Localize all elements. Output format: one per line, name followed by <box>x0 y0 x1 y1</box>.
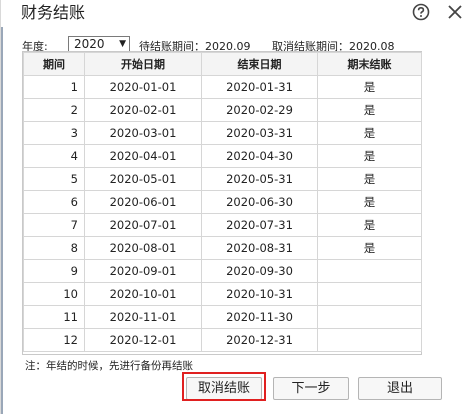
cell-start-date: 2020-08-01 <box>84 236 202 260</box>
table-row[interactable]: 10 2020-10-01 2020-10-31 <box>23 282 422 306</box>
cell-start-date: 2020-09-01 <box>84 259 202 283</box>
chevron-down-icon: ▼ <box>119 39 126 49</box>
cell-closed: 是 <box>317 121 422 145</box>
cell-period: 11 <box>23 305 85 329</box>
cell-period: 3 <box>23 121 85 145</box>
table-row[interactable]: 12 2020-12-01 2020-12-31 <box>23 328 422 352</box>
table-row[interactable]: 1 2020-01-01 2020-01-31 是 <box>23 75 422 99</box>
cell-closed <box>317 328 422 352</box>
window-edge <box>1 0 3 414</box>
next-step-button[interactable]: 下一步 <box>273 377 349 400</box>
table-header-row: 期间 开始日期 结束日期 期末结账 <box>23 52 422 76</box>
cell-period: 9 <box>23 259 85 283</box>
cell-start-date: 2020-05-01 <box>84 167 202 191</box>
cell-start-date: 2020-04-01 <box>84 144 202 168</box>
cell-closed: 是 <box>317 213 422 237</box>
year-value: 2020 <box>74 37 105 51</box>
cell-period: 8 <box>23 236 85 260</box>
cell-start-date: 2020-12-01 <box>84 328 202 352</box>
cell-end-date: 2020-01-31 <box>201 75 318 99</box>
cell-period: 6 <box>23 190 85 214</box>
highlight-box <box>182 372 266 401</box>
cell-end-date: 2020-07-31 <box>201 213 318 237</box>
cell-closed <box>317 282 422 306</box>
cell-period: 7 <box>23 213 85 237</box>
column-header-period[interactable]: 期间 <box>23 52 85 76</box>
cell-end-date: 2020-10-31 <box>201 282 318 306</box>
cell-end-date: 2020-06-30 <box>201 190 318 214</box>
table-row[interactable]: 7 2020-07-01 2020-07-31 是 <box>23 213 422 237</box>
cell-end-date: 2020-08-31 <box>201 236 318 260</box>
dialog-title: 财务结账 <box>21 3 86 22</box>
table-row[interactable]: 3 2020-03-01 2020-03-31 是 <box>23 121 422 145</box>
cell-closed: 是 <box>317 236 422 260</box>
table-row[interactable]: 6 2020-06-01 2020-06-30 是 <box>23 190 422 214</box>
cell-start-date: 2020-03-01 <box>84 121 202 145</box>
table-row[interactable]: 4 2020-04-01 2020-04-30 是 <box>23 144 422 168</box>
cell-closed <box>317 259 422 283</box>
cell-period: 12 <box>23 328 85 352</box>
cell-start-date: 2020-11-01 <box>84 305 202 329</box>
financial-close-dialog: 财务结账 年度: 2020 ▼ 待结账期间：2020.09 取消结账期间：202… <box>0 0 472 414</box>
year-select[interactable]: 2020 ▼ <box>68 36 130 52</box>
table-row[interactable]: 11 2020-11-01 2020-11-30 <box>23 305 422 329</box>
cell-period: 5 <box>23 167 85 191</box>
cell-closed <box>317 305 422 329</box>
table-body: 1 2020-01-01 2020-01-31 是 2 2020-02-01 2020-02… <box>23 75 422 352</box>
table-row[interactable]: 9 2020-09-01 2020-09-30 <box>23 259 422 283</box>
cell-end-date: 2020-02-29 <box>201 98 318 122</box>
help-icon[interactable] <box>412 3 430 21</box>
cell-start-date: 2020-02-01 <box>84 98 202 122</box>
backup-note: 注：年结的时候，先进行备份再结账 <box>25 360 193 372</box>
period-grid: 期间 开始日期 结束日期 期末结账 1 2020-01-01 2020-01-31 是… <box>23 52 422 352</box>
column-header-end-date[interactable]: 结束日期 <box>201 52 318 76</box>
cell-end-date: 2020-05-31 <box>201 167 318 191</box>
cell-closed: 是 <box>317 144 422 168</box>
period-table: 期间 开始日期 结束日期 期末结账 1 2020-01-01 2020-01-31 是… <box>22 51 422 355</box>
table-row[interactable]: 8 2020-08-01 2020-08-31 是 <box>23 236 422 260</box>
cell-period: 10 <box>23 282 85 306</box>
cell-period: 4 <box>23 144 85 168</box>
cell-period: 2 <box>23 98 85 122</box>
table-row[interactable]: 5 2020-05-01 2020-05-31 是 <box>23 167 422 191</box>
cell-start-date: 2020-01-01 <box>84 75 202 99</box>
cell-start-date: 2020-10-01 <box>84 282 202 306</box>
cell-end-date: 2020-12-31 <box>201 328 318 352</box>
cell-start-date: 2020-06-01 <box>84 190 202 214</box>
cell-end-date: 2020-09-30 <box>201 259 318 283</box>
cell-end-date: 2020-03-31 <box>201 121 318 145</box>
table-row[interactable]: 2 2020-02-01 2020-02-29 是 <box>23 98 422 122</box>
cell-end-date: 2020-11-30 <box>201 305 318 329</box>
cell-closed: 是 <box>317 190 422 214</box>
column-header-start-date[interactable]: 开始日期 <box>84 52 202 76</box>
title-bar: 财务结账 <box>1 0 472 27</box>
column-header-closed[interactable]: 期末结账 <box>317 52 422 76</box>
cell-end-date: 2020-04-30 <box>201 144 318 168</box>
cell-closed: 是 <box>317 167 422 191</box>
cell-start-date: 2020-07-01 <box>84 213 202 237</box>
cell-closed: 是 <box>317 98 422 122</box>
cell-closed: 是 <box>317 75 422 99</box>
cell-period: 1 <box>23 75 85 99</box>
exit-button[interactable]: 退出 <box>358 377 442 400</box>
close-icon[interactable] <box>445 2 465 22</box>
